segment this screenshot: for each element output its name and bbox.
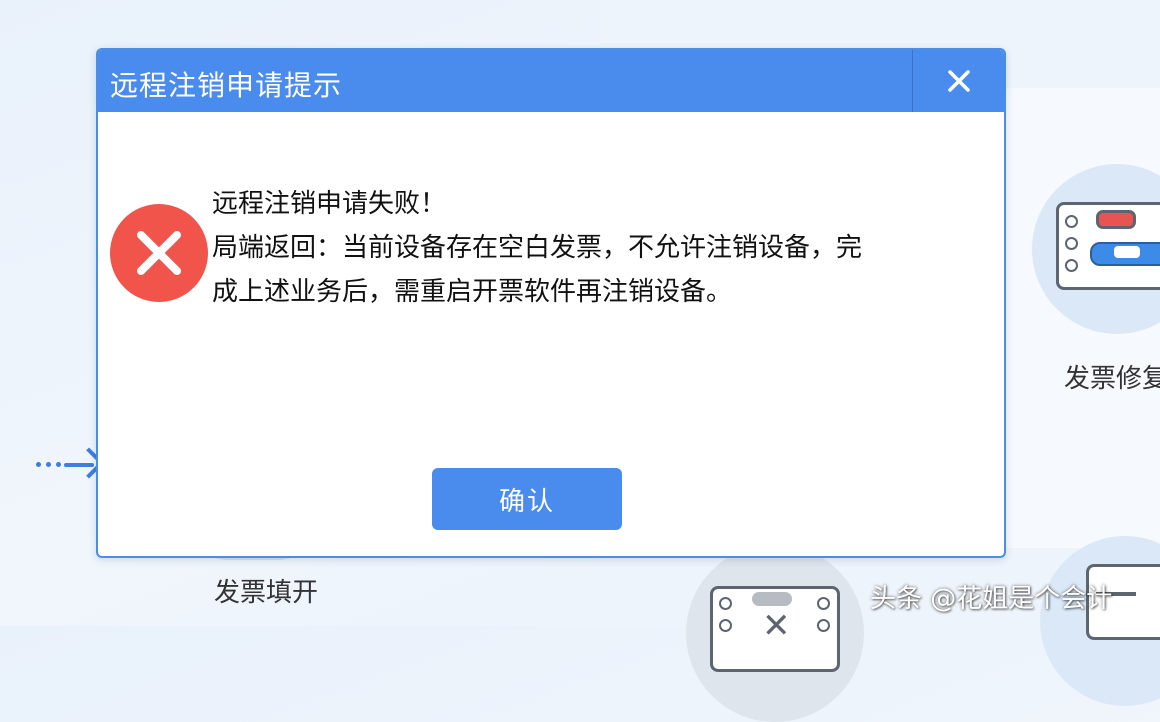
indicator-dot	[817, 597, 830, 610]
status-light-icon	[752, 592, 792, 606]
dialog-titlebar[interactable]: 远程注销申请提示	[98, 50, 1004, 112]
indicator-dot	[719, 597, 732, 610]
error-icon	[110, 204, 208, 302]
invoice-issue-label[interactable]: 发票填开	[214, 572, 318, 609]
dialog-message: 远程注销申请失败！ 局端返回：当前设备存在空白发票，不允许注销设备，完 成上述业…	[212, 182, 982, 314]
status-light-icon	[1096, 210, 1136, 229]
invoice-repair-label[interactable]: 发票修复	[1064, 358, 1160, 395]
remote-cancel-dialog: 远程注销申请提示 远程注销申请失败！ 局端返回：当前设备存在空白发票，不允许注销…	[96, 48, 1006, 558]
cross-icon: ✕	[762, 606, 791, 646]
message-line: 远程注销申请失败！	[212, 189, 447, 219]
message-line: 成上述业务后，需重启开票软件再注销设备。	[212, 277, 733, 307]
confirm-button[interactable]: 确认	[432, 468, 622, 530]
close-button[interactable]	[913, 50, 1004, 112]
indicator-dot	[1065, 259, 1078, 272]
device-cancel-tile[interactable]: ✕	[686, 544, 864, 722]
indicator-dot	[1065, 215, 1078, 228]
close-icon	[947, 70, 970, 92]
wrench-icon	[1090, 242, 1160, 266]
dialog-title: 远程注销申请提示	[110, 69, 343, 102]
indicator-dot	[1065, 237, 1078, 250]
message-line: 局端返回：当前设备存在空白发票，不允许注销设备，完	[212, 233, 863, 263]
watermark: 头条 @花姐是个会计	[870, 584, 1113, 614]
